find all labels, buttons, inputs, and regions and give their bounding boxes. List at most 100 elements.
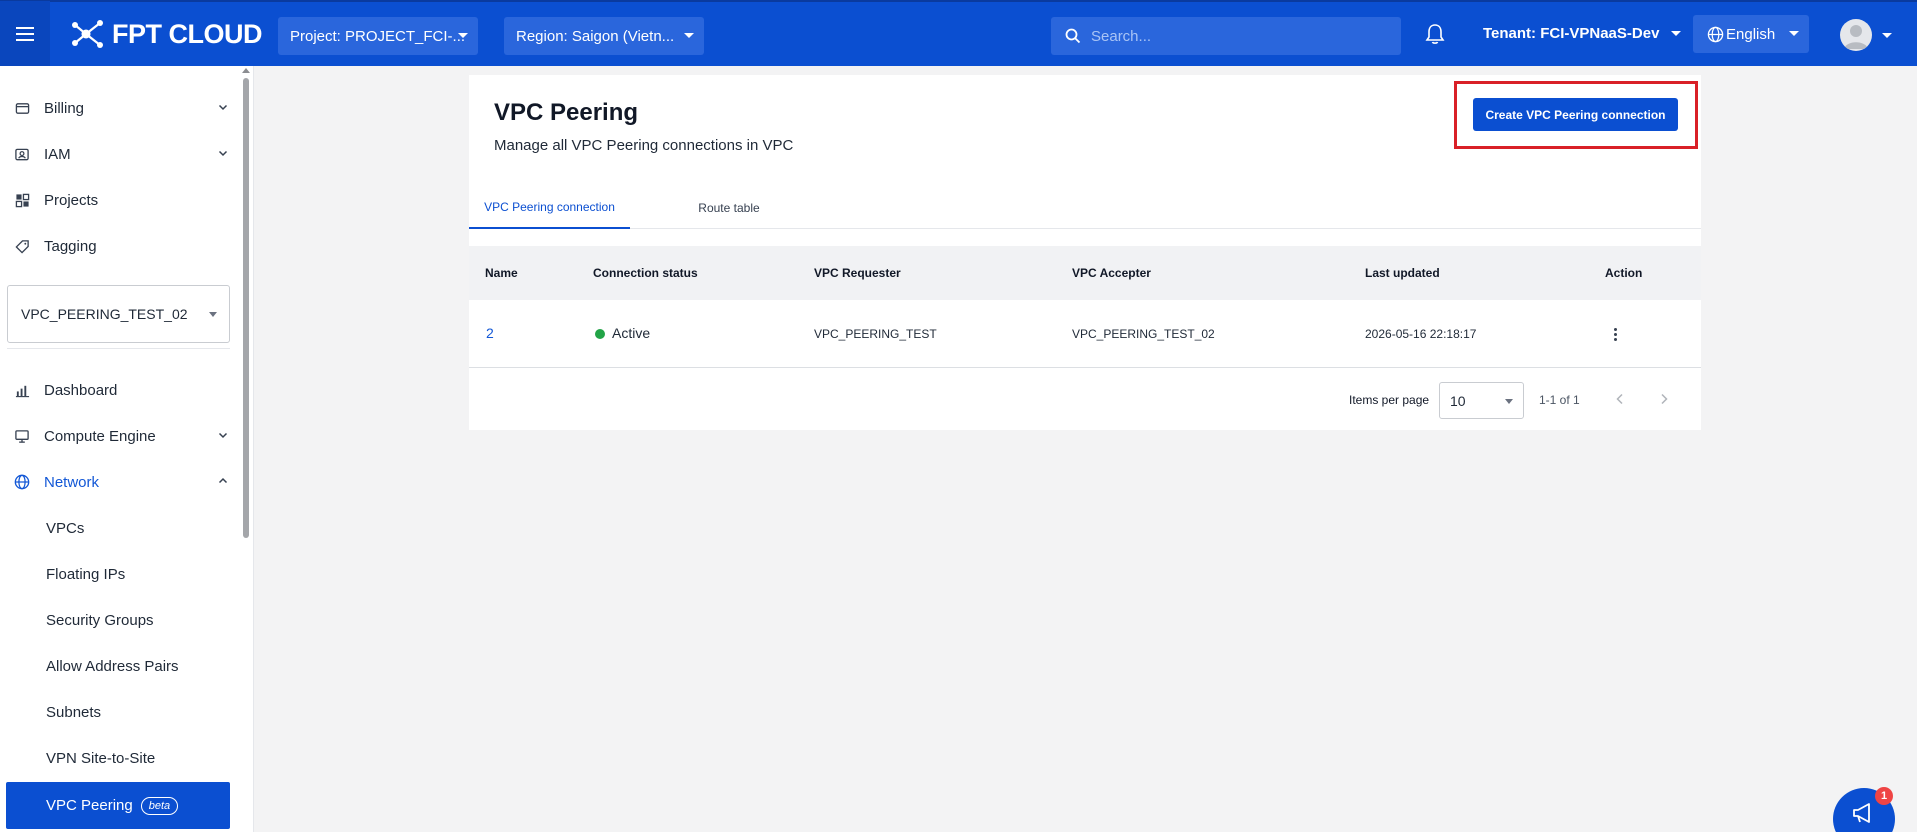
sidebar-item-iam[interactable]: IAM [0, 134, 240, 174]
column-header-accepter[interactable]: VPC Accepter [1072, 266, 1151, 280]
sidebar-scrollbar-thumb[interactable] [243, 78, 249, 538]
notification-badge: 1 [1875, 787, 1893, 805]
language-label: English [1726, 25, 1776, 43]
last-updated-cell: 2026-05-16 22:18:17 [1365, 327, 1477, 341]
sidebar-item-security-groups[interactable]: Security Groups [0, 600, 240, 640]
sidebar-item-label: Floating IPs [46, 565, 126, 583]
chevron-down-icon [458, 33, 468, 38]
projects-icon [14, 192, 30, 208]
fpt-logo-mark-icon [72, 20, 103, 48]
create-vpc-peering-button[interactable]: Create VPC Peering connection [1473, 98, 1678, 131]
brand-name: FPT CLOUD [112, 18, 263, 49]
sidebar-item-label: Compute Engine [44, 427, 156, 445]
chevron-down-icon [209, 312, 217, 317]
fpt-logo[interactable]: FPT CLOUD [70, 18, 263, 50]
sidebar-item-label: Network [44, 473, 100, 491]
tenant-label: Tenant: FCI-VPNaaS-Dev [1483, 25, 1660, 42]
project-dropdown-label: Project: PROJECT_FCI-... [290, 27, 466, 45]
page-title: VPC Peering [494, 99, 639, 126]
sidebar-item-subnets[interactable]: Subnets [0, 692, 240, 732]
billing-icon [14, 100, 30, 116]
sidebar-item-floating-ips[interactable]: Floating IPs [0, 554, 240, 594]
sidebar-item-allow-address-pairs[interactable]: Allow Address Pairs [0, 646, 240, 686]
chevron-down-icon [218, 104, 228, 111]
items-per-page-value: 10 [1450, 392, 1466, 409]
column-header-status[interactable]: Connection status [593, 266, 698, 280]
sidebar-item-projects[interactable]: Projects [0, 180, 240, 220]
scroll-up-arrow-icon[interactable] [242, 68, 250, 73]
more-actions-icon[interactable] [1614, 327, 1617, 342]
sidebar-item-label: VPCs [46, 519, 85, 537]
sidebar-item-compute-engine[interactable]: Compute Engine [0, 416, 240, 456]
sidebar-item-label: Billing [44, 99, 85, 117]
items-per-page-select[interactable]: 10 [1439, 382, 1524, 419]
search-input[interactable] [1091, 27, 1371, 45]
tab-route-table[interactable]: Route table [664, 187, 794, 229]
monitor-icon [14, 428, 30, 444]
table-header: Name Connection status VPC Requester VPC… [469, 246, 1701, 300]
chevron-down-icon [1882, 32, 1892, 38]
vpc-accepter-cell: VPC_PEERING_TEST_02 [1072, 327, 1215, 341]
user-menu[interactable] [1840, 19, 1892, 51]
table-row: 2 Active VPC_PEERING_TEST VPC_PEERING_TE… [469, 300, 1701, 368]
region-dropdown-label: Region: Saigon (Vietn... [516, 27, 675, 45]
globe-icon [1707, 26, 1724, 42]
sidebar-item-label: Subnets [46, 703, 102, 721]
sidebar-item-vpcs[interactable]: VPCs [0, 508, 240, 548]
sidebar-item-label: Security Groups [46, 611, 154, 629]
sidebar-item-dashboard[interactable]: Dashboard [0, 370, 240, 410]
sidebar-project-label: VPC_PEERING_TEST_02 [21, 306, 188, 322]
page-subtitle: Manage all VPC Peering connections in VP… [494, 137, 794, 154]
sidebar-item-tagging[interactable]: Tagging [0, 226, 240, 266]
chevron-down-icon [218, 150, 228, 157]
vpc-requester-cell: VPC_PEERING_TEST [814, 327, 937, 341]
sidebar-item-label: Allow Address Pairs [46, 657, 179, 675]
sidebar: Billing IAM Projects Tagging VPC_PEERING… [0, 66, 254, 832]
chevron-right-icon[interactable] [1659, 393, 1669, 405]
chevron-left-icon[interactable] [1615, 393, 1625, 405]
chevron-down-icon [218, 432, 228, 439]
sidebar-item-label: Projects [44, 191, 99, 209]
column-header-requester[interactable]: VPC Requester [814, 266, 901, 280]
tenant-dropdown[interactable]: Tenant: FCI-VPNaaS-Dev [1483, 25, 1682, 42]
items-per-page-label: Items per page [1349, 393, 1430, 407]
region-dropdown[interactable]: Region: Saigon (Vietn... [504, 17, 704, 55]
chevron-down-icon [1505, 399, 1513, 404]
globe-icon [14, 474, 30, 490]
column-header-last-updated[interactable]: Last updated [1365, 266, 1440, 280]
sidebar-item-label: Tagging [44, 237, 97, 255]
chevron-up-icon [218, 477, 228, 484]
sidebar-item-vpc-peering[interactable]: VPC Peering beta [6, 782, 230, 829]
sidebar-item-label: VPN Site-to-Site [46, 749, 156, 767]
sidebar-item-billing[interactable]: Billing [0, 88, 240, 128]
sidebar-item-label: Dashboard [44, 381, 118, 399]
chevron-down-icon [1789, 31, 1799, 36]
sidebar-divider [7, 348, 230, 349]
chevron-down-icon [1671, 31, 1682, 36]
tab-label: Route table [698, 201, 760, 215]
peering-name-link[interactable]: 2 [486, 325, 494, 341]
language-dropdown[interactable]: English [1693, 15, 1809, 53]
sidebar-item-network[interactable]: Network [0, 462, 240, 502]
sidebar-item-label: IAM [44, 145, 71, 163]
megaphone-icon [1853, 803, 1870, 823]
chart-icon [14, 382, 30, 398]
bell-icon[interactable] [1425, 23, 1445, 50]
tab-vpc-peering-connection[interactable]: VPC Peering connection [469, 187, 630, 229]
column-header-action: Action [1605, 266, 1643, 280]
user-avatar [1840, 19, 1872, 51]
iam-icon [14, 146, 30, 162]
tag-icon [14, 238, 30, 254]
status-text: Active [612, 325, 651, 341]
status-dot-icon [595, 329, 605, 339]
vpc-peering-card: VPC Peering Manage all VPC Peering conne… [469, 75, 1701, 430]
pagination-range: 1-1 of 1 [1539, 393, 1580, 407]
sidebar-item-label: VPC Peering [46, 797, 133, 814]
menu-icon[interactable] [0, 1, 50, 67]
search-box[interactable] [1051, 17, 1401, 55]
project-dropdown[interactable]: Project: PROJECT_FCI-... [278, 17, 478, 55]
chevron-down-icon [684, 33, 694, 38]
sidebar-item-vpn-site-to-site[interactable]: VPN Site-to-Site [0, 738, 240, 778]
sidebar-project-select[interactable]: VPC_PEERING_TEST_02 [7, 285, 230, 343]
column-header-name[interactable]: Name [485, 266, 518, 280]
